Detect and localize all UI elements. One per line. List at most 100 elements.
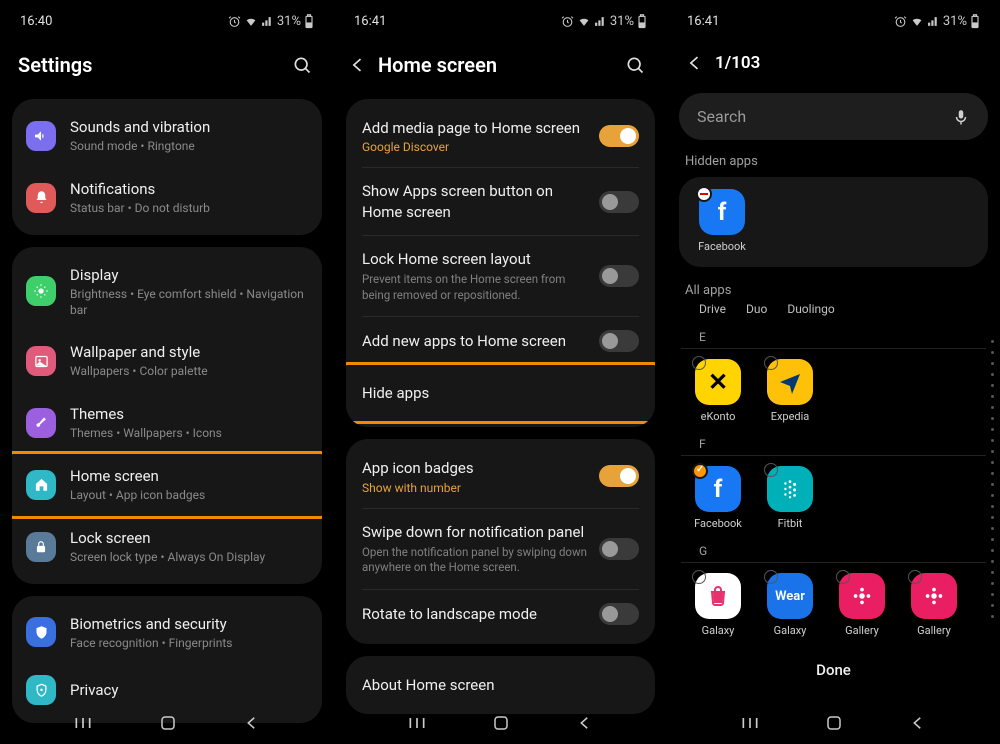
selected-badge[interactable] [692, 463, 708, 479]
status-bar: 16:40 31% [0, 0, 334, 37]
setting-biometrics[interactable]: Biometrics and security Face recognition… [12, 602, 322, 664]
page-title: Home screen [378, 53, 621, 77]
bell-icon [26, 183, 56, 213]
back-button[interactable] [909, 714, 927, 732]
hidden-app-facebook[interactable]: f Facebook [693, 189, 751, 253]
app-gallery-1[interactable]: Gallery [833, 573, 891, 637]
letter-e: E [681, 324, 986, 349]
battery-pct: 31% [277, 14, 301, 29]
back-button[interactable] [243, 714, 261, 732]
toggle-switch[interactable] [599, 603, 639, 625]
battery-icon [304, 14, 314, 29]
row-media-page[interactable]: Add media page to Home screen Google Dis… [346, 105, 655, 167]
toggle-switch[interactable] [599, 465, 639, 487]
app-ekonto[interactable]: ✕ eKonto [689, 359, 747, 423]
row-rotate[interactable]: Rotate to landscape mode [346, 590, 655, 638]
setting-lock-screen[interactable]: Lock screen Screen lock type • Always On… [12, 516, 322, 578]
toggle-switch[interactable] [599, 538, 639, 560]
app-label: Gallery [917, 624, 951, 637]
row-title: Add new apps to Home screen [362, 331, 587, 351]
clock: 16:41 [354, 14, 386, 29]
row-lock-layout[interactable]: Lock Home screen layout Prevent items on… [346, 236, 655, 316]
index-scrollbar[interactable] [991, 340, 994, 618]
search-button[interactable] [621, 51, 649, 79]
select-badge[interactable] [692, 356, 706, 370]
row-hide-apps[interactable]: Hide apps [346, 365, 655, 421]
setting-sounds[interactable]: Sounds and vibration Sound mode • Ringto… [12, 105, 322, 167]
phone-screen-home-settings: 16:41 31% Home screen Add media page to … [334, 0, 667, 744]
row-title: Show Apps screen button on Home screen [362, 181, 587, 222]
app-label: Gallery [845, 624, 879, 637]
recents-button[interactable] [407, 713, 427, 733]
row-title: Lock Home screen layout [362, 249, 587, 269]
row-title: Hide apps [362, 383, 639, 403]
row-add-new[interactable]: Add new apps to Home screen [346, 317, 655, 365]
search-button[interactable] [288, 51, 316, 79]
recents-button[interactable] [73, 713, 93, 733]
toggle-switch[interactable] [599, 125, 639, 147]
toggle-switch[interactable] [599, 330, 639, 352]
app-label: Expedia [771, 410, 810, 423]
gallery-icon [911, 573, 957, 619]
select-badge[interactable] [908, 570, 922, 584]
setting-title: Sounds and vibration [70, 117, 308, 137]
setting-notifications[interactable]: Notifications Status bar • Do not distur… [12, 167, 322, 229]
status-bar: 16:41 31% [667, 0, 1000, 37]
app-label: Drive [699, 302, 726, 316]
hidden-apps-label: Hidden apps [667, 154, 1000, 177]
toggle-switch[interactable] [599, 265, 639, 287]
back-button[interactable] [681, 49, 709, 77]
search-icon [292, 55, 312, 75]
app-galaxy-2[interactable]: Wear Galaxy [761, 573, 819, 637]
setting-title: Display [70, 265, 308, 285]
row-title: Rotate to landscape mode [362, 604, 587, 624]
setting-themes[interactable]: Themes Themes • Wallpapers • Icons [12, 392, 322, 454]
app-gallery-2[interactable]: Gallery [905, 573, 963, 637]
select-badge[interactable] [764, 463, 778, 477]
app-fitbit[interactable]: Fitbit [761, 466, 819, 530]
setting-sub: Sound mode • Ringtone [70, 139, 308, 155]
alarm-icon [561, 15, 574, 28]
setting-home-screen[interactable]: Home screen Layout • App icon badges [12, 454, 322, 516]
select-badge[interactable] [692, 570, 706, 584]
setting-sub: Screen lock type • Always On Display [70, 550, 308, 566]
home-button[interactable] [825, 714, 843, 732]
setting-title: Privacy [70, 680, 308, 700]
remove-badge[interactable] [696, 186, 712, 202]
status-bar: 16:41 31% [334, 0, 667, 37]
status-icons: 31% [561, 14, 647, 29]
settings-group-1: Sounds and vibration Sound mode • Ringto… [12, 99, 322, 235]
setting-display[interactable]: Display Brightness • Eye comfort shield … [12, 253, 322, 330]
search-input[interactable]: Search [679, 93, 988, 140]
toggle-switch[interactable] [599, 191, 639, 213]
app-label: Facebook [694, 517, 742, 530]
nav-bar [334, 702, 667, 744]
select-badge[interactable] [764, 356, 778, 370]
all-apps-label: All apps [667, 281, 1000, 298]
sun-icon [26, 276, 56, 306]
status-icons: 31% [894, 14, 980, 29]
app-label: Fitbit [778, 517, 803, 530]
battery-icon [637, 14, 647, 29]
app-galaxy-1[interactable]: Galaxy [689, 573, 747, 637]
select-badge[interactable] [764, 570, 778, 584]
setting-wallpaper[interactable]: Wallpaper and style Wallpapers • Color p… [12, 330, 322, 392]
app-label: Duolingo [787, 302, 834, 316]
status-icons: 31% [228, 14, 314, 29]
row-badges[interactable]: App icon badges Show with number [346, 445, 655, 507]
home-button[interactable] [159, 714, 177, 732]
setting-sub: Wallpapers • Color palette [70, 364, 308, 380]
app-expedia[interactable]: Expedia [761, 359, 819, 423]
row-apps-button[interactable]: Show Apps screen button on Home screen [346, 168, 655, 235]
mic-icon[interactable] [952, 108, 970, 126]
recents-button[interactable] [740, 713, 760, 733]
back-button[interactable] [344, 51, 372, 79]
app-facebook[interactable]: f Facebook [689, 466, 747, 530]
done-button[interactable]: Done [667, 645, 1000, 685]
phone-screen-hide-apps: 16:41 31% 1/103 Search Hidden apps f Fac… [667, 0, 1000, 744]
home-button[interactable] [492, 714, 510, 732]
nav-bar [667, 702, 1000, 744]
back-button[interactable] [576, 714, 594, 732]
select-badge[interactable] [836, 570, 850, 584]
row-swipe[interactable]: Swipe down for notification panel Open t… [346, 509, 655, 589]
